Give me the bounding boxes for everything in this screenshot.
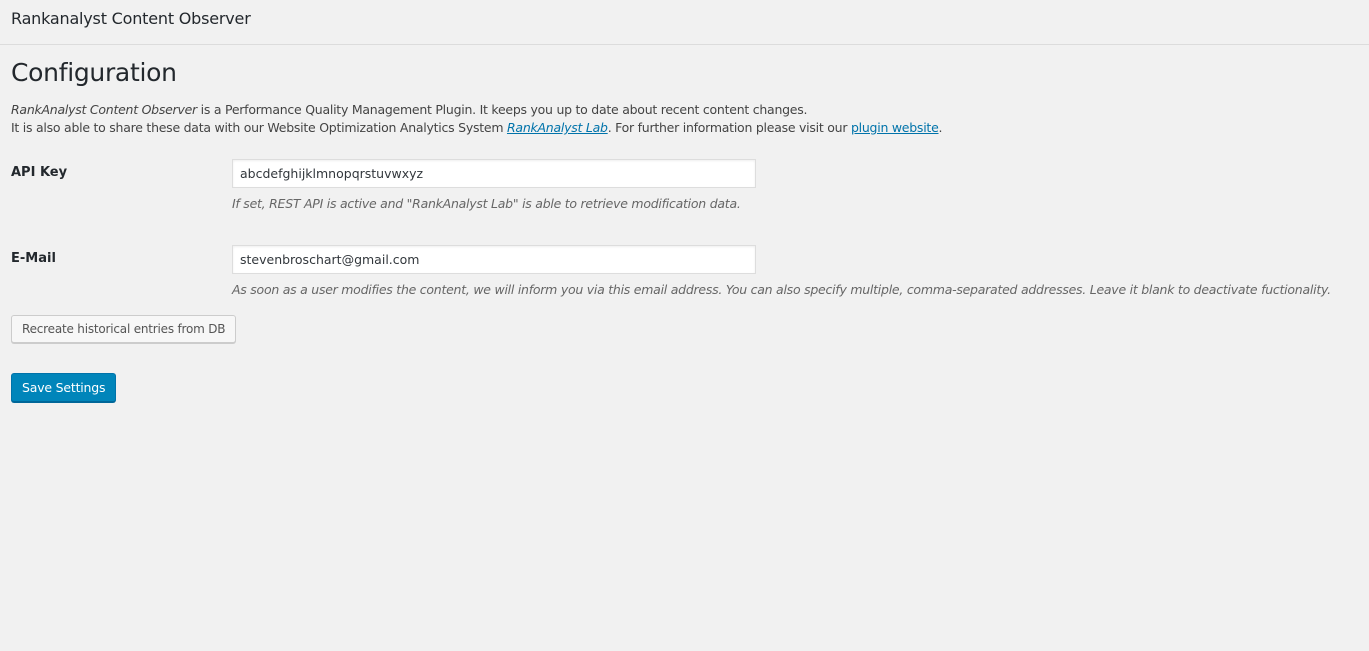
plugin-header: Rankanalyst Content Observer: [0, 0, 1369, 45]
intro-line-1-text: is a Performance Quality Management Plug…: [196, 102, 808, 117]
api-key-label: API Key: [11, 165, 68, 180]
intro-line-1: RankAnalyst Content Observer is a Perfor…: [11, 101, 942, 119]
plugin-website-link[interactable]: plugin website: [851, 120, 939, 135]
rankanalyst-lab-link-label: RankAnalyst Lab: [506, 120, 608, 135]
intro-line-2: It is also able to share these data with…: [11, 119, 942, 137]
api-key-description: If set, REST API is active and "RankAnal…: [232, 196, 741, 211]
intro-text: RankAnalyst Content Observer is a Perfor…: [11, 101, 942, 137]
rankanalyst-lab-link[interactable]: RankAnalyst Lab: [507, 120, 608, 135]
email-input[interactable]: [232, 245, 756, 274]
recreate-history-button[interactable]: Recreate historical entries from DB: [11, 315, 237, 343]
save-settings-button[interactable]: Save Settings: [11, 373, 117, 402]
intro-line-2-text-after: .: [938, 120, 943, 135]
api-key-input[interactable]: [232, 159, 756, 188]
intro-line-2-text-middle: . For further information please visit o…: [607, 120, 851, 135]
product-name: RankAnalyst Content Observer: [11, 102, 197, 117]
plugin-title: Rankanalyst Content Observer: [11, 9, 251, 28]
intro-line-2-text-before: It is also able to share these data with…: [11, 120, 507, 135]
email-label: E-Mail: [11, 251, 56, 266]
email-description: As soon as a user modifies the content, …: [232, 282, 1331, 297]
page-title: Configuration: [11, 58, 177, 87]
